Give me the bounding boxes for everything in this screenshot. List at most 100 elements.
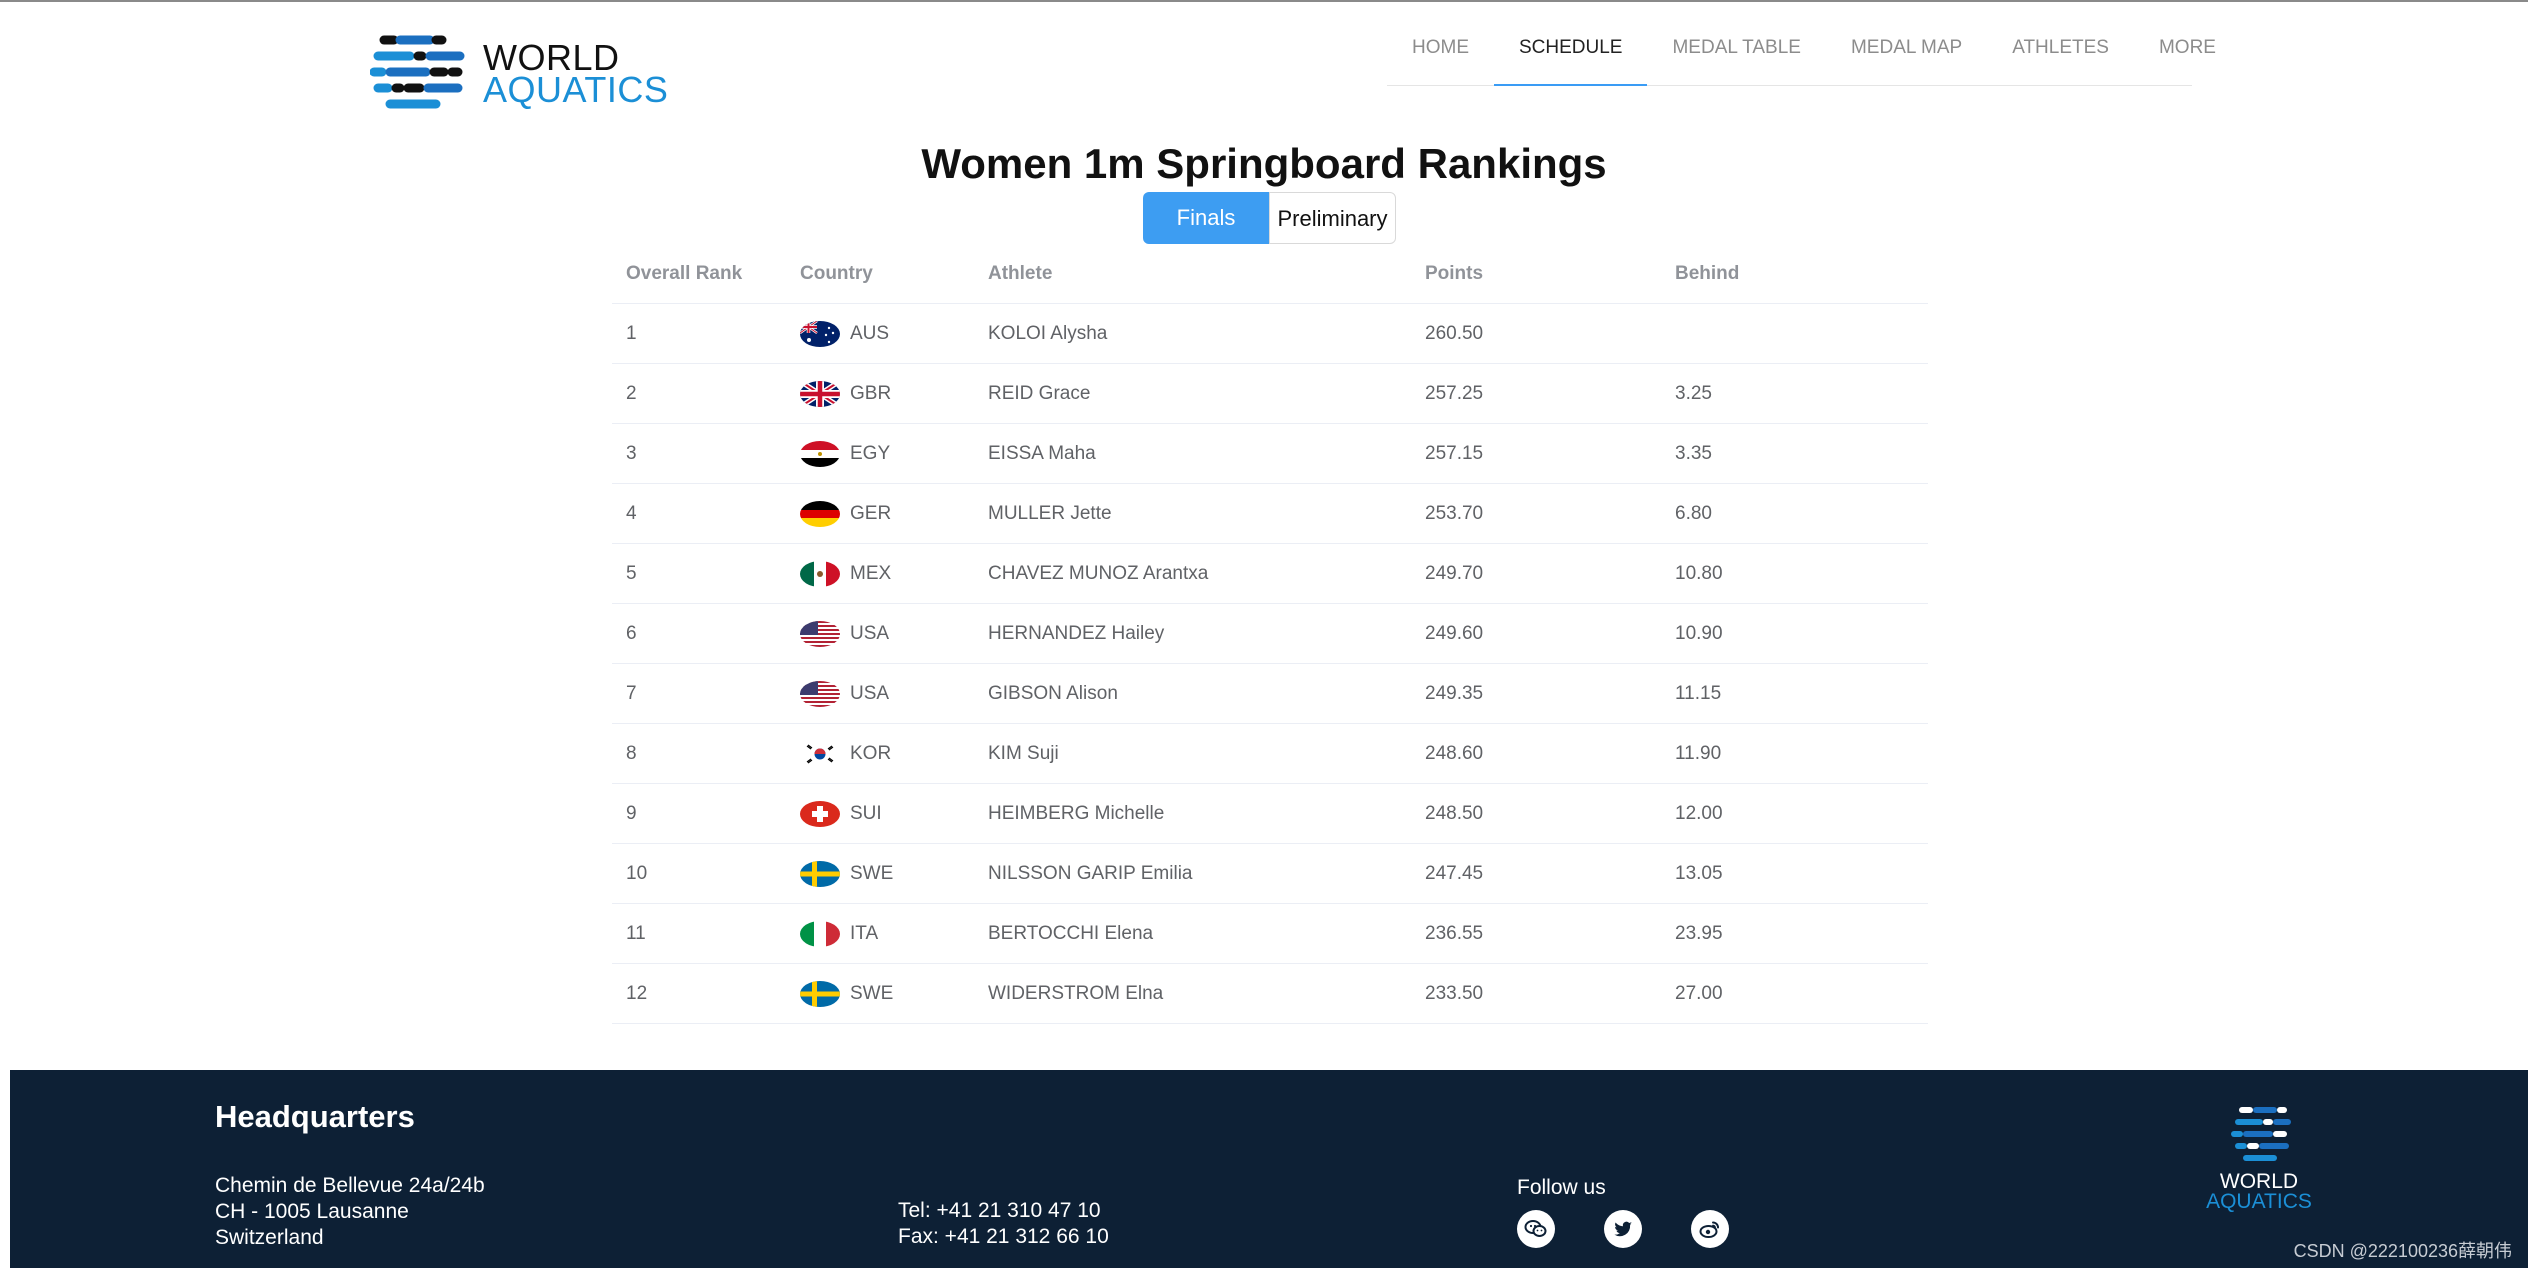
address-line: CH - 1005 Lausanne (215, 1200, 409, 1223)
cell-rank: 8 (626, 742, 637, 764)
header-points[interactable]: Points (1425, 263, 1675, 285)
country-code: GER (850, 502, 892, 524)
twitter-icon[interactable] (1604, 1210, 1642, 1248)
tab-finals[interactable]: Finals (1143, 192, 1269, 244)
footer-hq-title: Headquarters (215, 1099, 415, 1134)
cell-rank: 12 (626, 982, 648, 1004)
cell-behind: 11.15 (1675, 682, 1722, 704)
cell-behind: 27.00 (1675, 982, 1723, 1004)
footer-logo[interactable]: WORLD AQUATICS (2194, 1104, 2324, 1214)
cell-athlete[interactable]: MULLER Jette (988, 503, 1425, 525)
cell-athlete[interactable]: KIM Suji (988, 743, 1425, 765)
cell-behind: 23.95 (1675, 922, 1723, 944)
table-row[interactable]: 8 KOR KIM Suji 248.60 11.90 (612, 724, 1928, 784)
cell-athlete[interactable]: BERTOCCHI Elena (988, 923, 1425, 945)
flag-usa-icon (800, 680, 840, 707)
cell-athlete[interactable]: REID Grace (988, 383, 1425, 405)
twitter-glyph (1614, 1221, 1632, 1237)
country-code: MEX (850, 562, 892, 584)
country-code: SUI (850, 802, 882, 824)
address-line: Switzerland (215, 1226, 324, 1249)
wechat-icon[interactable] (1517, 1210, 1555, 1248)
weibo-icon[interactable] (1691, 1210, 1729, 1248)
nav-more[interactable]: MORE (2134, 2, 2241, 86)
table-row[interactable]: 3 EGY EISSA Maha 257.15 3.35 (612, 424, 1928, 484)
csdn-watermark: CSDN @222100236薛朝伟 (2293, 1241, 2512, 1261)
footer-follow-us: Follow us (1517, 1176, 1606, 1199)
footer-contact: Tel: +41 21 310 47 10 Fax: +41 21 312 66… (898, 1198, 1109, 1250)
flag-swe-icon (800, 860, 840, 887)
nav-medal-table[interactable]: MEDAL TABLE (1647, 2, 1825, 86)
cell-country: GBR (800, 380, 988, 407)
nav-medal-map[interactable]: MEDAL MAP (1826, 2, 1987, 86)
cell-rank: 3 (626, 442, 637, 464)
table-row[interactable]: 2 GBR REID Grace 257.25 3.25 (612, 364, 1928, 424)
cell-behind: 12.00 (1675, 802, 1723, 824)
table-row[interactable]: 6 USA HERNANDEZ Hailey 249.60 10.90 (612, 604, 1928, 664)
flag-kor-icon (800, 740, 840, 767)
footer-logo-mark-icon (2231, 1107, 2291, 1161)
cell-points: 248.50 (1425, 802, 1484, 824)
country-code: SWE (850, 982, 894, 1004)
table-row[interactable]: 4 GER MULLER Jette 253.70 6.80 (612, 484, 1928, 544)
table-row[interactable]: 7 USA GIBSON Alison 249.35 11.15 (612, 664, 1928, 724)
tab-preliminary[interactable]: Preliminary (1269, 192, 1396, 244)
nav-athletes[interactable]: ATHLETES (1987, 2, 2134, 86)
logo-word-aquatics: AQUATICS (483, 69, 669, 110)
table-row[interactable]: 12 SWE WIDERSTROM Elna 233.50 27.00 (612, 964, 1928, 1024)
cell-rank: 6 (626, 622, 637, 644)
cell-behind: 6.80 (1675, 502, 1712, 524)
cell-athlete[interactable]: NILSSON GARIP Emilia (988, 863, 1425, 885)
cell-behind: 10.90 (1675, 622, 1723, 644)
header-behind[interactable]: Behind (1675, 263, 1928, 285)
rankings-table: Overall Rank Country Athlete Points Behi… (612, 244, 1928, 1024)
cell-points: 249.70 (1425, 562, 1484, 584)
cell-points: 257.15 (1425, 442, 1484, 464)
cell-athlete[interactable]: CHAVEZ MUNOZ Arantxa (988, 563, 1425, 585)
country-code: GBR (850, 382, 892, 404)
header-athlete[interactable]: Athlete (988, 263, 1425, 285)
page-title: Women 1m Springboard Rankings (921, 140, 1607, 187)
table-row[interactable]: 1 AUS KOLOI Alysha 260.50 (612, 304, 1928, 364)
flag-swe-icon (800, 980, 840, 1007)
cell-athlete[interactable]: HEIMBERG Michelle (988, 803, 1425, 825)
address-line: Chemin de Bellevue 24a/24b (215, 1174, 485, 1197)
cell-points: 253.70 (1425, 502, 1484, 524)
flag-usa-icon (800, 620, 840, 647)
cell-country: SWE (800, 980, 988, 1007)
header-overall-rank[interactable]: Overall Rank (612, 263, 800, 285)
cell-athlete[interactable]: KOLOI Alysha (988, 323, 1425, 345)
table-row[interactable]: 11 ITA BERTOCCHI Elena 236.55 23.95 (612, 904, 1928, 964)
nav-home[interactable]: HOME (1387, 2, 1494, 86)
main-nav: HOME SCHEDULE MEDAL TABLE MEDAL MAP ATHL… (1387, 2, 2216, 86)
header-country[interactable]: Country (800, 263, 988, 285)
table-row[interactable]: 9 SUI HEIMBERG Michelle 248.50 12.00 (612, 784, 1928, 844)
cell-athlete[interactable]: HERNANDEZ Hailey (988, 623, 1425, 645)
cell-athlete[interactable]: EISSA Maha (988, 443, 1425, 465)
country-code: ITA (850, 922, 879, 944)
cell-country: EGY (800, 440, 988, 467)
cell-points: 257.25 (1425, 382, 1484, 404)
footer-logo-word-world: WORLD (2219, 1170, 2299, 1193)
cell-points: 249.60 (1425, 622, 1484, 644)
cell-country: MEX (800, 560, 988, 587)
cell-behind: 13.05 (1675, 862, 1723, 884)
world-aquatics-logo[interactable]: WORLD AQUATICS (369, 32, 690, 118)
cell-rank: 1 (626, 322, 637, 344)
table-header: Overall Rank Country Athlete Points Behi… (612, 244, 1928, 304)
cell-behind: 3.25 (1675, 382, 1712, 404)
flag-ger-icon (800, 500, 840, 527)
flag-sui-icon (800, 800, 840, 827)
cell-rank: 9 (626, 802, 637, 824)
cell-country: AUS (800, 320, 988, 347)
table-row[interactable]: 5 MEX CHAVEZ MUNOZ Arantxa 249.70 10.80 (612, 544, 1928, 604)
round-tabs: Finals Preliminary (1143, 192, 1396, 244)
cell-points: 236.55 (1425, 922, 1484, 944)
cell-behind: 3.35 (1675, 442, 1712, 464)
cell-athlete[interactable]: WIDERSTROM Elna (988, 983, 1425, 1005)
nav-schedule[interactable]: SCHEDULE (1494, 2, 1648, 86)
table-row[interactable]: 10 SWE NILSSON GARIP Emilia 247.45 13.05 (612, 844, 1928, 904)
cell-points: 260.50 (1425, 322, 1484, 344)
cell-athlete[interactable]: GIBSON Alison (988, 683, 1425, 705)
cell-country: USA (800, 620, 988, 647)
